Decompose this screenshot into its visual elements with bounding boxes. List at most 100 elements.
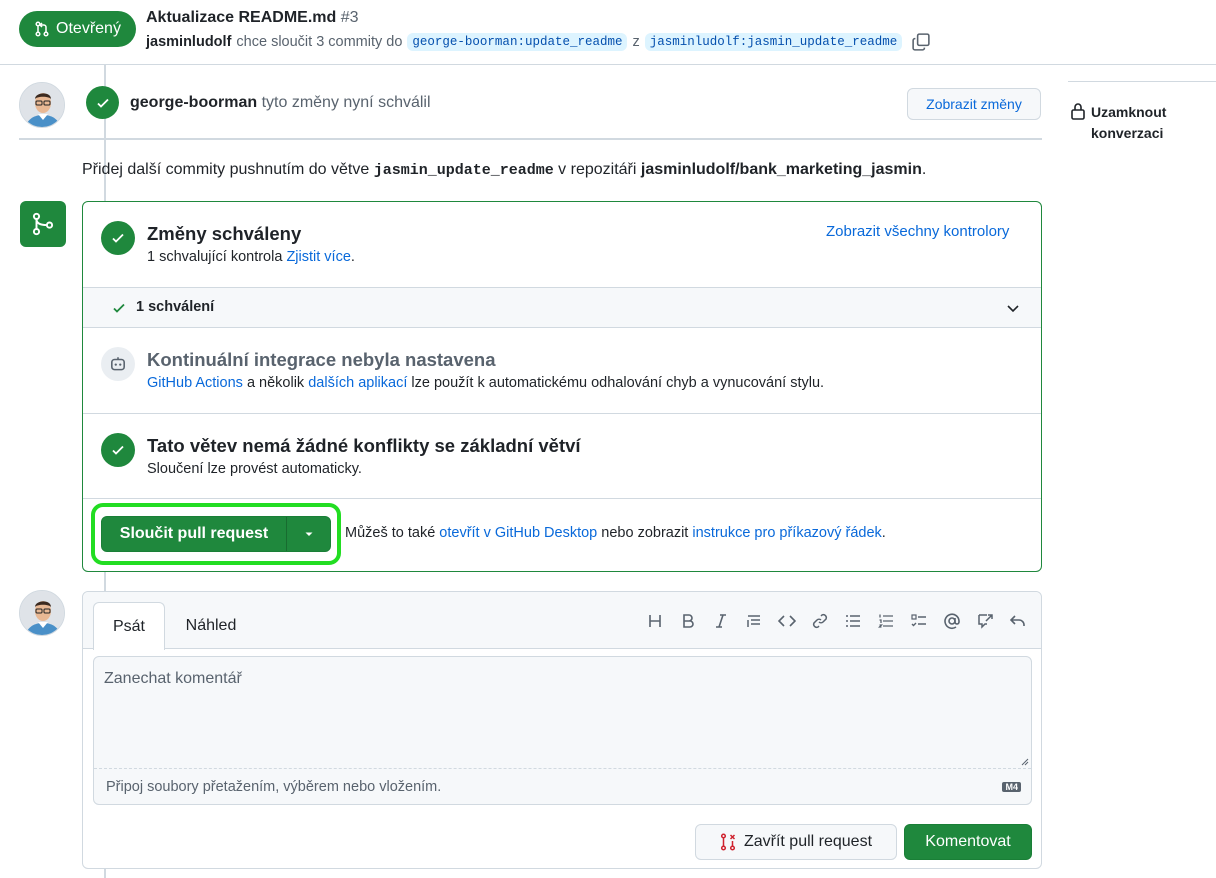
comment-placeholder: Zanechat komentář (104, 670, 242, 687)
github-actions-link[interactable]: GitHub Actions (147, 375, 243, 391)
head-branch[interactable]: jasminludolf:jasmin_update_readme (644, 33, 903, 51)
comment-tabs: Psát Náhled (83, 592, 1041, 650)
approvals-toggle[interactable]: 1 schválení (83, 288, 1041, 328)
heading-icon[interactable] (646, 612, 664, 630)
approved-desc-period: . (350, 249, 355, 265)
ci-status (101, 347, 135, 381)
sidebar-divider (1068, 81, 1216, 82)
github-desktop-link[interactable]: otevřít v GitHub Desktop (439, 525, 597, 541)
all-reviewers-link[interactable]: Zobrazit všechny kontrolory (826, 223, 1009, 240)
pull-request-icon (35, 21, 49, 37)
approved-desc: 1 schvalující kontrola Zjistit více. (147, 249, 355, 265)
push-hint-prefix: Přidej další commity pushnutím do větve (82, 161, 370, 178)
copy-icon[interactable] (912, 33, 930, 51)
lock-label-2: konverzaci (1091, 125, 1164, 141)
timeline-divider (19, 138, 1042, 140)
close-pr-label: Zavřít pull request (743, 833, 873, 850)
from-word: z (632, 34, 640, 50)
undo-icon[interactable] (1009, 612, 1027, 630)
pr-number: #3 (340, 9, 359, 26)
ordered-list-icon[interactable] (877, 612, 895, 630)
push-hint-middle: v repozitáři (558, 161, 637, 178)
robot-icon (111, 357, 125, 371)
other-apps-link[interactable]: dalších aplikací (308, 375, 407, 391)
lock-conversation-button[interactable]: Uzamknout konverzaci (1070, 102, 1166, 144)
action-text: chce sloučit 3 commity do (236, 34, 403, 50)
state-badge: Otevřený (19, 11, 136, 47)
merge-alt-prefix: Můžeš to také (345, 525, 436, 541)
push-hint-branch: jasmin_update_readme (373, 162, 554, 179)
reviewer-link[interactable]: george-boorman (130, 94, 257, 111)
view-changes-button[interactable]: Zobrazit změny (907, 88, 1041, 120)
ci-desc-mid: a několik (246, 375, 305, 391)
ci-desc-rest: lze použít k automatickému odhalování ch… (411, 375, 825, 391)
resize-handle-icon[interactable] (1021, 758, 1029, 766)
review-event-text: george-boorman tyto změny nyní schválil (130, 94, 431, 112)
check-icon (96, 98, 109, 108)
merge-options-dropdown[interactable] (287, 528, 330, 540)
command-line-link[interactable]: instrukce pro příkazový řádek (692, 525, 881, 541)
attach-files-hint[interactable]: Připoj soubory přetažením, výběrem nebo … (94, 768, 1031, 804)
lock-icon (1071, 103, 1085, 120)
push-hint-suffix: . (921, 161, 927, 178)
avatar-portrait-icon (20, 591, 64, 635)
approved-title: Změny schváleny (147, 223, 302, 244)
bold-icon[interactable] (679, 612, 697, 630)
approved-badge (86, 86, 119, 119)
approved-status (101, 221, 135, 255)
task-list-icon[interactable] (910, 612, 928, 630)
code-icon[interactable] (778, 612, 796, 630)
avatar-portrait-icon (20, 83, 64, 127)
approvals-label: 1 schválení (136, 299, 215, 315)
triangle-down-icon (305, 532, 312, 536)
comment-input[interactable]: Zanechat komentář Připoj soubory přetaže… (93, 656, 1032, 805)
merge-alt-suffix: . (881, 525, 886, 541)
quote-icon[interactable] (745, 612, 763, 630)
link-icon[interactable] (811, 612, 829, 630)
merge-button-label: Sloučit pull request (119, 525, 269, 542)
tab-write[interactable]: Psát (93, 602, 165, 650)
pr-title-text: Aktualizace README.md (146, 9, 337, 26)
git-merge-icon (32, 212, 54, 236)
ci-title: Kontinuální integrace nebyla nastavena (147, 349, 496, 370)
check-icon (113, 303, 125, 313)
italic-icon[interactable] (712, 612, 730, 630)
unordered-list-icon[interactable] (844, 612, 862, 630)
avatar[interactable] (19, 82, 65, 128)
header-divider (0, 64, 1216, 65)
push-hint: Přidej další commity pushnutím do větve … (82, 161, 926, 179)
state-label: Otevřený (56, 20, 121, 37)
tab-preview[interactable]: Náhled (175, 602, 247, 649)
merge-alt-mid: nebo zobrazit (601, 525, 689, 541)
base-branch[interactable]: george-boorman:update_readme (407, 33, 628, 51)
conflicts-title: Tato větev nemá žádné konflikty se zákla… (147, 435, 581, 456)
page-title: Aktualizace README.md #3 (146, 9, 359, 27)
push-hint-repo: jasminludolf/bank_marketing_jasmin (640, 161, 922, 178)
merge-pull-request-button[interactable]: Sloučit pull request (101, 516, 331, 552)
comment-button[interactable]: Komentovat (904, 824, 1032, 860)
conflicts-desc: Sloučení lze provést automaticky. (147, 461, 362, 477)
chevron-down-icon (1007, 305, 1019, 313)
conflicts-section: Tato větev nemá žádné konflikty se zákla… (83, 414, 1041, 499)
check-icon (112, 445, 124, 455)
comment-box: Psát Náhled Zanechat komentář Připoj sou… (82, 591, 1042, 869)
attach-hint-text: Připoj soubory přetažením, výběrem nebo … (106, 778, 442, 795)
conflicts-status (101, 433, 135, 467)
approved-desc-text: 1 schvalující kontrola (147, 249, 283, 265)
merge-status-badge (20, 201, 66, 247)
pull-request-closed-icon (720, 833, 736, 851)
reference-icon[interactable] (976, 612, 994, 630)
check-icon (112, 233, 124, 243)
avatar[interactable] (19, 590, 65, 636)
ci-section: Kontinuální integrace nebyla nastavena G… (83, 328, 1041, 414)
mention-icon[interactable] (943, 612, 961, 630)
pr-subtitle: jasminludolf chce sloučit 3 commity do g… (146, 33, 930, 51)
review-action: tyto změny nyní schválil (261, 94, 431, 111)
markdown-toolbar (646, 612, 1027, 630)
lock-label-1: Uzamknout (1091, 104, 1167, 120)
markdown-icon[interactable]: M4 (1002, 782, 1021, 792)
learn-more-link[interactable]: Zjistit více (286, 249, 350, 265)
close-pull-request-button[interactable]: Zavřít pull request (695, 824, 897, 860)
author-link[interactable]: jasminludolf (146, 34, 231, 50)
approved-section: Změny schváleny 1 schvalující kontrola Z… (83, 202, 1041, 288)
